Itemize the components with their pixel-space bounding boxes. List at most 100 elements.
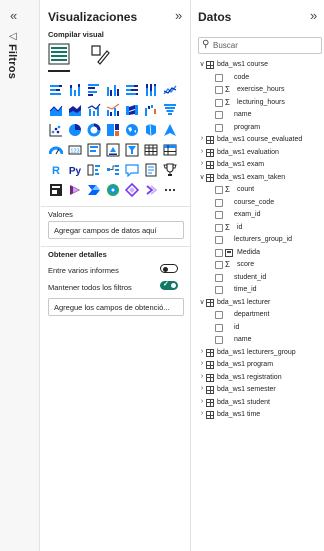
field-node[interactable]: student_id xyxy=(192,273,324,286)
chevron-visual-icon[interactable] xyxy=(142,180,160,200)
smart-narrative-icon[interactable] xyxy=(142,160,160,180)
filled-map-icon[interactable] xyxy=(142,120,160,140)
power-automate-icon[interactable] xyxy=(85,180,103,200)
field-node[interactable]: program xyxy=(192,123,324,136)
chevron-right-icon[interactable]: › xyxy=(198,360,206,367)
field-node[interactable]: name xyxy=(192,110,324,123)
card-icon[interactable]: 123 xyxy=(66,140,84,160)
field-node[interactable]: Σexercise_hours xyxy=(192,85,324,98)
field-node[interactable]: Σscore xyxy=(192,260,324,273)
more-visuals-icon[interactable] xyxy=(161,180,179,200)
line-and-stacked-column-icon[interactable] xyxy=(85,100,103,120)
slicer-icon[interactable] xyxy=(123,140,141,160)
stacked-column-chart-icon[interactable] xyxy=(66,80,84,100)
chevron-right-icon[interactable]: › xyxy=(198,398,206,405)
kpi-icon[interactable] xyxy=(104,140,122,160)
values-well[interactable]: Agregar campos de datos aquí xyxy=(48,221,184,239)
field-checkbox[interactable] xyxy=(215,273,223,282)
diamond-visual-icon[interactable] xyxy=(123,180,141,200)
field-node[interactable]: Σcount xyxy=(192,185,324,198)
table-node[interactable]: › bda_ws1 course_evaluated xyxy=(192,135,324,148)
data-search-box[interactable]: ⚲ Buscar xyxy=(198,37,322,54)
chevron-down-icon[interactable]: ∨ xyxy=(198,298,206,306)
field-node[interactable]: lecturers_group_id xyxy=(192,235,324,248)
field-checkbox[interactable] xyxy=(215,98,223,107)
field-checkbox[interactable] xyxy=(215,211,223,219)
field-checkbox[interactable] xyxy=(215,311,223,319)
keep-all-filters-toggle[interactable]: ✓ xyxy=(160,281,178,290)
matrix-icon[interactable] xyxy=(161,140,179,160)
decomposition-tree-icon[interactable] xyxy=(104,160,122,180)
map-icon[interactable] xyxy=(123,120,141,140)
field-checkbox[interactable] xyxy=(215,186,223,194)
chevron-down-icon[interactable]: ∨ xyxy=(198,173,206,181)
stacked-bar-chart-icon[interactable] xyxy=(47,80,65,100)
100-stacked-bar-chart-icon[interactable] xyxy=(123,80,141,100)
field-node[interactable]: Medida xyxy=(192,248,324,261)
field-checkbox[interactable] xyxy=(215,236,223,244)
scatter-chart-icon[interactable] xyxy=(47,120,65,140)
field-checkbox[interactable] xyxy=(215,223,223,232)
gauge-icon[interactable] xyxy=(47,140,65,160)
area-chart-icon[interactable] xyxy=(47,100,65,120)
trophy-icon[interactable] xyxy=(161,160,179,180)
field-checkbox[interactable] xyxy=(215,73,223,82)
field-node[interactable]: id xyxy=(192,323,324,336)
table-node[interactable]: › bda_ws1 evaluation xyxy=(192,148,324,161)
field-checkbox[interactable] xyxy=(215,323,223,332)
chevron-right-icon[interactable]: › xyxy=(198,410,206,417)
power-apps-icon[interactable] xyxy=(66,180,84,200)
donut-chart-icon[interactable] xyxy=(85,120,103,140)
filters-pane-collapsed[interactable]: « ◁ Filtros xyxy=(0,0,40,551)
cross-report-toggle[interactable] xyxy=(160,264,178,273)
field-checkbox[interactable] xyxy=(215,261,223,269)
chevron-right-icon[interactable]: › xyxy=(198,385,206,392)
python-visual-icon[interactable]: Py xyxy=(66,160,84,180)
table-node[interactable]: › bda_ws1 lecturers_group xyxy=(192,348,324,361)
table-icon[interactable] xyxy=(142,140,160,160)
field-node[interactable]: code xyxy=(192,73,324,86)
table-node[interactable]: ∨ bda_ws1 course xyxy=(192,60,324,73)
field-node[interactable]: time_id xyxy=(192,285,324,298)
field-node[interactable]: department xyxy=(192,310,324,323)
ribbon-chart-icon[interactable] xyxy=(123,100,141,120)
clustered-column-chart-icon[interactable] xyxy=(104,80,122,100)
paginated-report-icon[interactable] xyxy=(47,180,65,200)
table-node[interactable]: › bda_ws1 student xyxy=(192,398,324,411)
field-checkbox[interactable] xyxy=(215,336,223,344)
table-node[interactable]: › bda_ws1 time xyxy=(192,410,324,423)
field-node[interactable]: Σid xyxy=(192,223,324,236)
clustered-bar-chart-icon[interactable] xyxy=(85,80,103,100)
collapse-data-icon[interactable]: » xyxy=(310,9,317,23)
drill-through-well[interactable]: Agregue los campos de obtenció... xyxy=(48,298,184,316)
qa-icon[interactable] xyxy=(123,160,141,180)
treemap-icon[interactable] xyxy=(104,120,122,140)
table-node[interactable]: ∨ bda_ws1 exam_taken xyxy=(192,173,324,186)
line-chart-icon[interactable] xyxy=(161,80,179,100)
chevron-right-icon[interactable]: › xyxy=(198,135,206,142)
filters-label[interactable]: Filtros xyxy=(6,44,18,79)
100-stacked-column-chart-icon[interactable] xyxy=(142,80,160,100)
table-node[interactable]: › bda_ws1 exam xyxy=(192,160,324,173)
stacked-area-chart-icon[interactable] xyxy=(66,100,84,120)
field-checkbox[interactable] xyxy=(215,111,223,119)
field-checkbox[interactable] xyxy=(215,123,223,132)
azure-map-icon[interactable] xyxy=(161,120,179,140)
r-visual-icon[interactable]: R xyxy=(47,160,65,180)
arcgis-map-icon[interactable] xyxy=(104,180,122,200)
field-node[interactable]: Σlecturing_hours xyxy=(192,98,324,111)
chevron-right-icon[interactable]: › xyxy=(198,160,206,167)
field-checkbox[interactable] xyxy=(215,248,223,257)
line-and-clustered-column-icon[interactable] xyxy=(104,100,122,120)
format-visual-icon[interactable] xyxy=(89,43,111,65)
chevron-right-icon[interactable]: › xyxy=(198,148,206,155)
table-node[interactable]: › bda_ws1 registration xyxy=(192,373,324,386)
field-node[interactable]: name xyxy=(192,335,324,348)
funnel-chart-icon[interactable] xyxy=(161,100,179,120)
collapse-visualizations-icon[interactable]: » xyxy=(175,9,182,23)
multi-row-card-icon[interactable] xyxy=(85,140,103,160)
field-node[interactable]: course_code xyxy=(192,198,324,211)
table-node[interactable]: › bda_ws1 semester xyxy=(192,385,324,398)
collapse-filters-icon[interactable]: « xyxy=(10,9,17,23)
key-influencers-icon[interactable] xyxy=(85,160,103,180)
